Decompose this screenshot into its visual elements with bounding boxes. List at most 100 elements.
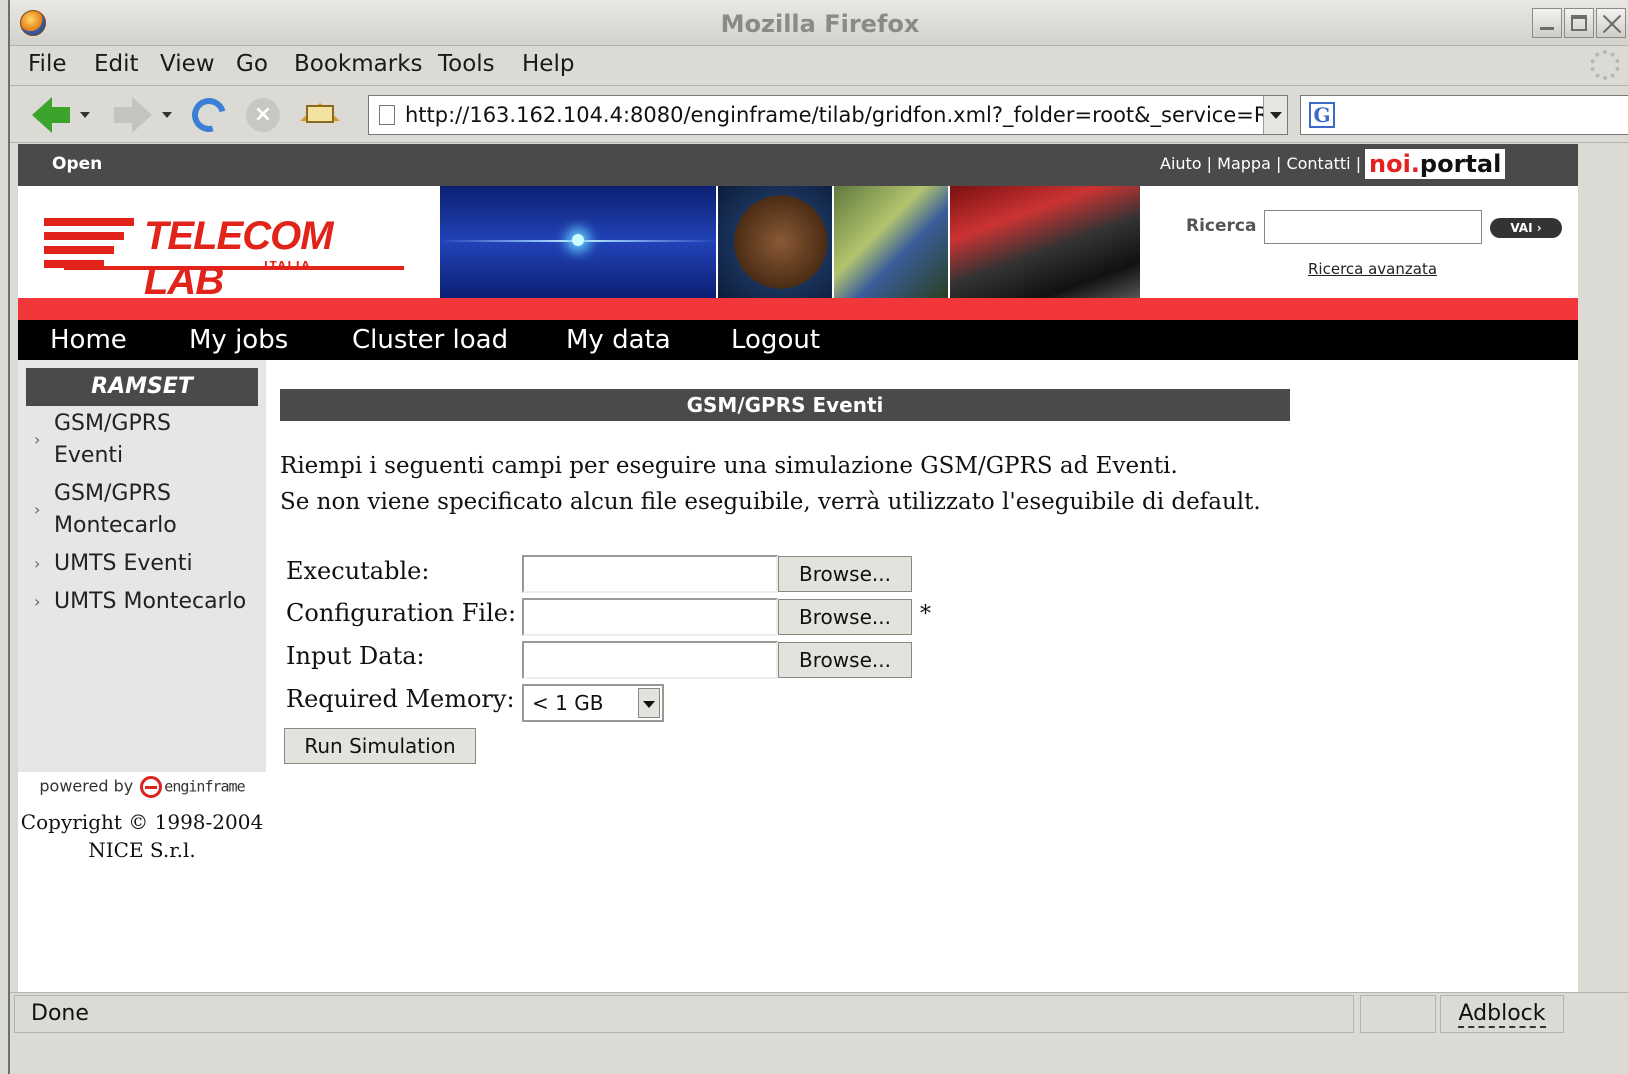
grid-glow [572, 234, 584, 246]
enginframe-logo-icon[interactable] [140, 776, 163, 798]
required-memory-value: < 1 GB [532, 691, 604, 715]
nav-cluster-load[interactable]: Cluster load [352, 325, 508, 355]
search-bar[interactable]: G [1300, 95, 1628, 135]
stop-button[interactable]: × [246, 95, 280, 135]
input-data-label: Input Data: [286, 642, 425, 670]
sidebar-item-gsm-gprs-eventi[interactable]: › GSM/GPRS Eventi [34, 408, 264, 472]
telecom-lab-logo[interactable]: TELECOM LAB ITALIA [44, 214, 404, 303]
noi-portal-logo[interactable]: noi.portal [1365, 149, 1506, 179]
top-strip: Open Aiuto | Mappa | Contatti | noi.port… [18, 144, 1578, 186]
back-arrow-icon [32, 97, 52, 133]
url-bar[interactable]: http://163.162.104.4:8080/enginframe/til… [368, 95, 1288, 135]
copyright-company: NICE S.r.l. [88, 838, 196, 862]
url-dropdown-button[interactable] [1263, 96, 1287, 134]
url-text[interactable]: http://163.162.104.4:8080/enginframe/til… [405, 103, 1263, 127]
red-divider [18, 298, 1578, 320]
advanced-search-link[interactable]: Ricerca avanzata [1308, 260, 1437, 278]
intro-text: Riempi i seguenti campi per eseguire una… [280, 448, 1261, 520]
menu-bookmarks[interactable]: Bookmarks [290, 51, 427, 77]
adblock-label: Adblock [1458, 1001, 1546, 1028]
powered-by-label: powered by [39, 776, 134, 796]
menu-view[interactable]: View [156, 51, 219, 77]
menu-help[interactable]: Help [518, 51, 578, 77]
forward-arrow-icon [132, 97, 152, 133]
chevron-right-icon: › [34, 500, 41, 519]
sidebar-item-label: GSM/GPRS [54, 411, 171, 436]
stop-icon: × [246, 98, 280, 132]
site-search-input[interactable] [1264, 210, 1482, 244]
menu-go[interactable]: Go [232, 51, 272, 77]
chevron-right-icon: › [34, 554, 41, 573]
logo-stripe-1 [44, 218, 134, 226]
maximize-button[interactable] [1564, 8, 1594, 38]
configuration-browse-button[interactable]: Browse... [778, 599, 912, 635]
status-cell [1360, 995, 1436, 1033]
input-data-browse-button[interactable]: Browse... [778, 642, 912, 678]
search-go-button[interactable]: VAI › [1490, 218, 1562, 238]
sidebar-item-umts-eventi[interactable]: › UMTS Eventi [34, 548, 264, 580]
menu-tools[interactable]: Tools [434, 51, 499, 77]
run-simulation-button[interactable]: Run Simulation [284, 728, 476, 764]
forward-dropdown-icon[interactable] [162, 112, 172, 118]
logo-brand: TELECOM LAB [144, 214, 334, 303]
intro-line: Riempi i seguenti campi per eseguire una… [280, 453, 1178, 479]
sidebar-item-label: Montecarlo [54, 513, 177, 538]
menu-edit[interactable]: Edit [90, 51, 143, 77]
configuration-file-field[interactable] [522, 598, 778, 636]
portal-text: portal [1419, 150, 1502, 178]
banner-images [440, 186, 1140, 298]
executable-label: Executable: [286, 557, 430, 585]
close-button[interactable] [1596, 8, 1626, 38]
sidebar-item-label: Eventi [54, 443, 124, 468]
enginframe-logo-text[interactable]: enginframe [164, 778, 245, 796]
home-button[interactable] [300, 95, 340, 135]
menu-file[interactable]: File [24, 51, 71, 77]
executable-browse-button[interactable]: Browse... [778, 556, 912, 592]
copyright: Copyright © 1998-2004 NICE S.r.l. [18, 808, 266, 864]
forward-button[interactable] [114, 95, 172, 135]
logo-stripe-2 [44, 232, 124, 240]
logo-sub: ITALIA [264, 260, 312, 271]
sidebar-item-gsm-gprs-montecarlo[interactable]: › GSM/GPRS Montecarlo [34, 478, 264, 542]
menu-bar: File Edit View Go Bookmarks Tools Help [10, 46, 1628, 86]
home-base [306, 105, 334, 123]
nav-my-jobs[interactable]: My jobs [189, 325, 288, 355]
chevron-right-icon: › [34, 592, 41, 611]
back-arrow-tail [52, 107, 70, 123]
input-data-field[interactable] [522, 641, 778, 679]
status-bar: Done Adblock [10, 992, 1628, 1074]
nav-my-data[interactable]: My data [566, 325, 671, 355]
sidebar-title: RAMSET [26, 368, 258, 406]
throbber-icon [1590, 50, 1620, 80]
google-search-icon[interactable]: G [1309, 102, 1335, 128]
minimize-button[interactable] [1532, 8, 1562, 38]
window-title: Mozilla Firefox [720, 10, 920, 38]
open-label[interactable]: Open [52, 154, 102, 174]
sidebar-item-label: GSM/GPRS [54, 481, 171, 506]
sidebar-item-label: UMTS Eventi [54, 551, 193, 576]
reload-button[interactable] [185, 91, 233, 139]
browser-window: Mozilla Firefox File Edit View Go Bookma… [8, 0, 1628, 1074]
title-bar: Mozilla Firefox [10, 0, 1628, 46]
required-memory-select[interactable]: < 1 GB [522, 684, 664, 722]
adblock-button[interactable]: Adblock [1440, 995, 1564, 1033]
banner-image-grid [440, 186, 716, 298]
required-mark: * [920, 602, 931, 627]
status-text: Done [14, 995, 1354, 1033]
top-links[interactable]: Aiuto | Mappa | Contatti | [1160, 154, 1361, 173]
back-dropdown-icon[interactable] [80, 112, 90, 118]
nav-home[interactable]: Home [50, 325, 127, 355]
back-button[interactable] [32, 95, 90, 135]
nav-logout[interactable]: Logout [731, 325, 820, 355]
page-content: Open Aiuto | Mappa | Contatti | noi.port… [18, 144, 1578, 992]
intro-line: Se non viene specificato alcun file eseg… [280, 489, 1261, 515]
page-icon [379, 105, 395, 125]
executable-field[interactable] [522, 555, 778, 593]
banner-image-operator [718, 186, 832, 298]
sidebar-item-umts-montecarlo[interactable]: › UMTS Montecarlo [34, 586, 264, 618]
section-title: GSM/GPRS Eventi [280, 389, 1290, 421]
site-navigation: Home My jobs Cluster load My data Logout [18, 320, 1578, 360]
sidebar-item-label: UMTS Montecarlo [54, 589, 247, 614]
select-arrow-icon[interactable] [638, 688, 660, 718]
sidebar: RAMSET › GSM/GPRS Eventi › GSM/GPRS Mont… [18, 360, 266, 772]
